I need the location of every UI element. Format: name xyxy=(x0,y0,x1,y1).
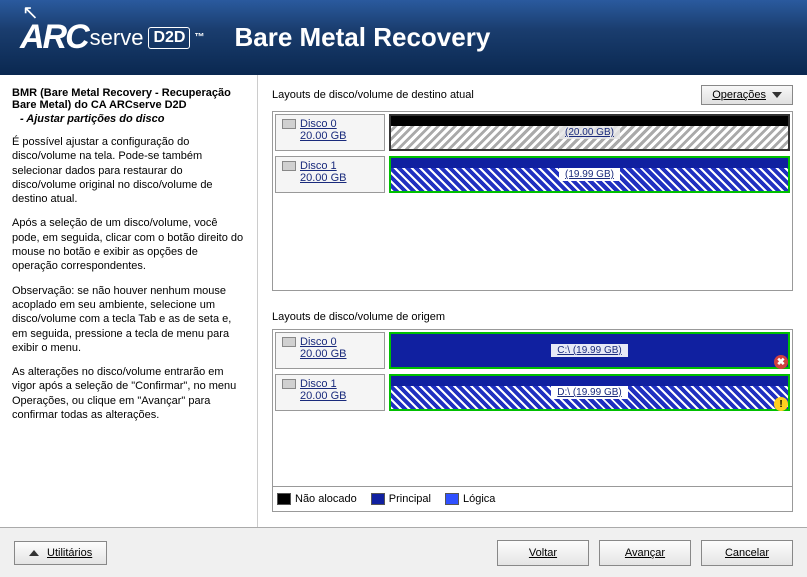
sidebar: BMR (Bare Metal Recovery - Recuperação B… xyxy=(0,75,258,527)
volume-bar-logical[interactable]: (19.99 GB) xyxy=(389,156,790,193)
volume-area[interactable]: (20.00 GB) xyxy=(387,112,792,153)
operations-button-label: Operações xyxy=(712,89,766,101)
trademark-icon: ™ xyxy=(194,32,204,43)
volume-area[interactable]: C:\ (19.99 GB) ✖ xyxy=(387,330,792,371)
footer: Utilitários Voltar Avançar Cancelar xyxy=(0,527,807,577)
disk-size: 20.00 GB xyxy=(300,130,378,142)
legend: Não alocado Principal Lógica xyxy=(273,486,792,511)
utilities-button[interactable]: Utilitários xyxy=(14,541,107,565)
legend-item-logical: Lógica xyxy=(445,493,495,505)
disk-size: 20.00 GB xyxy=(300,348,378,360)
volume-type-band xyxy=(391,158,788,168)
source-panel-spacer xyxy=(273,414,792,486)
source-header-row: Layouts de disco/volume de origem xyxy=(272,311,793,323)
destination-label: Layouts de disco/volume de destino atual xyxy=(272,89,474,101)
disk-info[interactable]: Disco 1 20.00 GB xyxy=(275,156,385,193)
legend-item-unallocated: Não alocado xyxy=(277,493,357,505)
sidebar-subtitle: - Ajustar partições do disco xyxy=(12,113,245,125)
legend-label: Lógica xyxy=(463,493,495,505)
legend-item-primary: Principal xyxy=(371,493,431,505)
disk-row[interactable]: Disco 0 20.00 GB C:\ (19.99 GB) ✖ xyxy=(273,330,792,372)
volume-size-label: (19.99 GB) xyxy=(559,168,620,181)
logo-arc-text: ARC xyxy=(20,18,88,57)
disk-name: Disco 1 xyxy=(300,160,337,172)
sidebar-paragraph: Observação: se não houver nenhum mouse a… xyxy=(12,284,245,355)
volume-label: C:\ (19.99 GB) xyxy=(551,344,627,357)
volume-area[interactable]: (19.99 GB) xyxy=(387,154,792,195)
disk-size: 20.00 GB xyxy=(300,172,378,184)
next-button[interactable]: Avançar xyxy=(599,540,691,566)
warning-icon: ! xyxy=(774,397,788,411)
disk-row[interactable]: Disco 0 20.00 GB (20.00 GB) xyxy=(273,112,792,154)
source-label: Layouts de disco/volume de origem xyxy=(272,311,445,323)
disk-icon xyxy=(282,379,296,389)
disk-info[interactable]: Disco 0 20.00 GB xyxy=(275,332,385,369)
disk-info[interactable]: Disco 0 20.00 GB xyxy=(275,114,385,151)
destination-header-row: Layouts de disco/volume de destino atual… xyxy=(272,85,793,105)
app-logo: ARC serve D2D ™ xyxy=(20,18,204,57)
legend-label: Principal xyxy=(389,493,431,505)
disk-icon xyxy=(282,337,296,347)
back-button[interactable]: Voltar xyxy=(497,540,589,566)
page-title: Bare Metal Recovery xyxy=(234,22,490,53)
disk-row[interactable]: Disco 1 20.00 GB D:\ (19.99 GB) ! xyxy=(273,372,792,414)
volume-size-label: (20.00 GB) xyxy=(559,126,620,139)
sidebar-paragraph: É possível ajustar a configuração do dis… xyxy=(12,135,245,206)
legend-swatch-navy xyxy=(371,493,385,505)
logo-d2d-text: D2D xyxy=(148,27,190,49)
sidebar-title: BMR (Bare Metal Recovery - Recuperação B… xyxy=(12,87,245,111)
sidebar-paragraph: Após a seleção de um disco/volume, você … xyxy=(12,216,245,273)
main-area: BMR (Bare Metal Recovery - Recuperação B… xyxy=(0,75,807,527)
error-icon: ✖ xyxy=(774,355,788,369)
legend-label: Não alocado xyxy=(295,493,357,505)
volume-bar-primary[interactable]: C:\ (19.99 GB) xyxy=(389,332,790,369)
app-header: ARC serve D2D ™ Bare Metal Recovery xyxy=(0,0,807,75)
cancel-button[interactable]: Cancelar xyxy=(701,540,793,566)
disk-size: 20.00 GB xyxy=(300,390,378,402)
volume-label: D:\ (19.99 GB) xyxy=(551,386,627,399)
disk-info[interactable]: Disco 1 20.00 GB xyxy=(275,374,385,411)
volume-bar-logical[interactable]: D:\ (19.99 GB) xyxy=(389,374,790,411)
disk-row[interactable]: Disco 1 20.00 GB (19.99 GB) xyxy=(273,154,792,196)
utilities-label: Utilitários xyxy=(47,547,92,559)
chevron-down-icon xyxy=(772,92,782,98)
disk-name: Disco 0 xyxy=(300,336,337,348)
disk-icon xyxy=(282,161,296,171)
chevron-up-icon xyxy=(29,550,39,556)
legend-swatch-blue xyxy=(445,493,459,505)
sidebar-paragraph: As alterações no disco/volume entrarão e… xyxy=(12,365,245,422)
source-disk-panel: Disco 0 20.00 GB C:\ (19.99 GB) ✖ Disco … xyxy=(272,329,793,512)
volume-type-band xyxy=(391,116,788,126)
destination-disk-panel: Disco 0 20.00 GB (20.00 GB) Disco 1 xyxy=(272,111,793,291)
disk-name: Disco 1 xyxy=(300,378,337,390)
content-area: Layouts de disco/volume de destino atual… xyxy=(258,75,807,527)
legend-swatch-black xyxy=(277,493,291,505)
disk-name: Disco 0 xyxy=(300,118,337,130)
volume-bar-unallocated[interactable]: (20.00 GB) xyxy=(389,114,790,151)
footer-nav: Voltar Avançar Cancelar xyxy=(497,540,793,566)
disk-icon xyxy=(282,119,296,129)
logo-serve-text: serve xyxy=(90,25,144,51)
operations-button[interactable]: Operações xyxy=(701,85,793,105)
volume-type-band xyxy=(391,376,788,386)
volume-area[interactable]: D:\ (19.99 GB) ! xyxy=(387,372,792,413)
